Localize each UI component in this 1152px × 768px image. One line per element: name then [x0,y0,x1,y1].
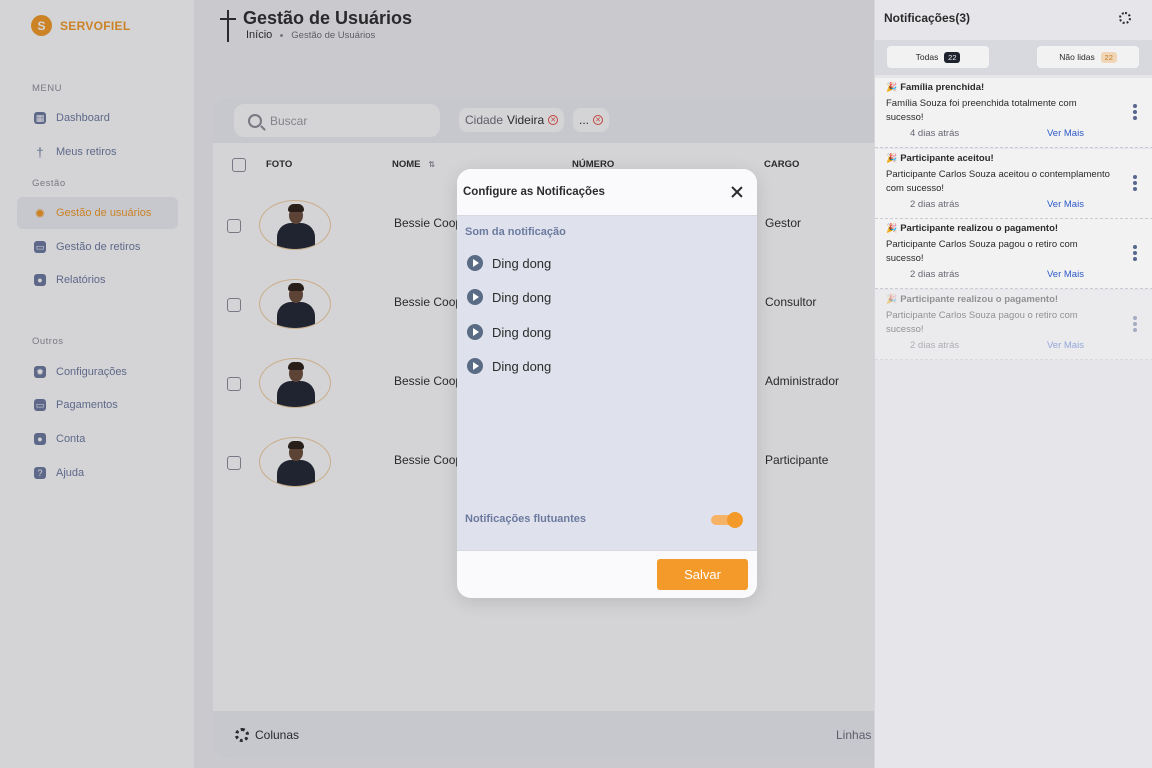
tab-unread[interactable]: Não lidas 22 [1037,46,1139,68]
notification-title: Família prenchida! [900,82,985,93]
kebab-menu-icon[interactable] [1133,245,1137,261]
notification-body: Participante Carlos Souza aceitou o cont… [886,169,1110,194]
see-more-link[interactable]: Ver Mais [1047,340,1084,351]
play-icon[interactable] [467,324,483,340]
notification-body: Família Souza foi preenchida totalmente … [886,98,1077,123]
play-icon[interactable] [467,289,483,305]
kebab-menu-icon[interactable] [1133,175,1137,191]
notification-title: Participante aceitou! [900,153,994,164]
notification-item[interactable]: 🎉 Participante realizou o pagamento! Part… [875,290,1152,360]
toggle-knob [727,512,743,528]
sound-label: Ding dong [492,358,552,374]
save-button[interactable]: Salvar [657,559,748,590]
party-icon: 🎉 [886,294,898,304]
sound-option[interactable]: Ding dong [467,324,551,340]
notification-body: Participante Carlos Souza pagou o retiro… [886,310,1078,335]
party-icon: 🎉 [886,153,898,163]
floating-notifications-label: Notificações flutuantes [465,513,587,525]
sound-label: Ding dong [492,289,552,305]
notification-title-row: 🎉 Participante realizou o pagamento! [886,294,1058,305]
notification-item[interactable]: 🎉 Participante aceitou! Participante Carl… [875,149,1152,219]
notification-title-row: 🎉 Participante aceitou! [886,153,994,164]
tab-label: Não lidas [1059,52,1095,62]
see-more-link[interactable]: Ver Mais [1047,269,1084,280]
sound-label: Ding dong [492,324,552,340]
sound-option[interactable]: Ding dong [467,358,551,374]
notification-title: Participante realizou o pagamento! [900,294,1059,305]
notification-time: 2 dias atrás [910,340,960,351]
sound-option[interactable]: Ding dong [467,289,551,305]
notification-time: 2 dias atrás [910,269,960,280]
kebab-menu-icon[interactable] [1133,316,1137,332]
modal-title: Configure as Notificações [463,186,605,198]
notification-time: 4 dias atrás [910,128,960,139]
notification-item[interactable]: 🎉 Participante realizou o pagamento! Part… [875,219,1152,289]
tab-all[interactable]: Todas 22 [887,46,989,68]
notification-title: Participante realizou o pagamento! [900,223,1059,234]
tab-label: Todas [915,52,939,62]
party-icon: 🎉 [886,82,898,92]
close-icon[interactable] [730,185,744,199]
notifications-title: Notificações(3) [884,11,971,25]
notification-settings-modal: Configure as Notificações Som da notific… [457,169,757,598]
settings-gear-icon[interactable] [1119,12,1131,24]
modal-header: Configure as Notificações [457,169,757,216]
play-icon[interactable] [467,255,483,271]
modal-footer: Salvar [457,550,757,598]
see-more-link[interactable]: Ver Mais [1047,128,1084,139]
notification-time: 2 dias atrás [910,199,960,210]
count-badge: 22 [1100,51,1117,63]
sound-label: Ding dong [492,255,552,271]
party-icon: 🎉 [886,223,898,233]
notification-item[interactable]: 🎉 Família prenchida! Família Souza foi pr… [875,78,1152,148]
see-more-link[interactable]: Ver Mais [1047,199,1084,210]
play-icon[interactable] [467,358,483,374]
notification-body: Participante Carlos Souza pagou o retiro… [886,239,1078,264]
notifications-tabs: Todas 22 Não lidas 22 [875,40,1152,75]
floating-notifications-toggle[interactable] [711,512,743,528]
sound-option[interactable]: Ding dong [467,255,551,271]
count-badge: 22 [944,51,961,63]
notification-title-row: 🎉 Família prenchida! [886,82,984,93]
kebab-menu-icon[interactable] [1133,104,1137,120]
notification-title-row: 🎉 Participante realizou o pagamento! [886,223,1058,234]
notifications-drawer: Notificações(3) Todas 22 Não lidas 22 🎉 F… [874,0,1152,768]
sound-section-label: Som da notificação [465,226,566,238]
modal-body: Som da notificação Ding dong Ding dong D… [457,216,757,550]
